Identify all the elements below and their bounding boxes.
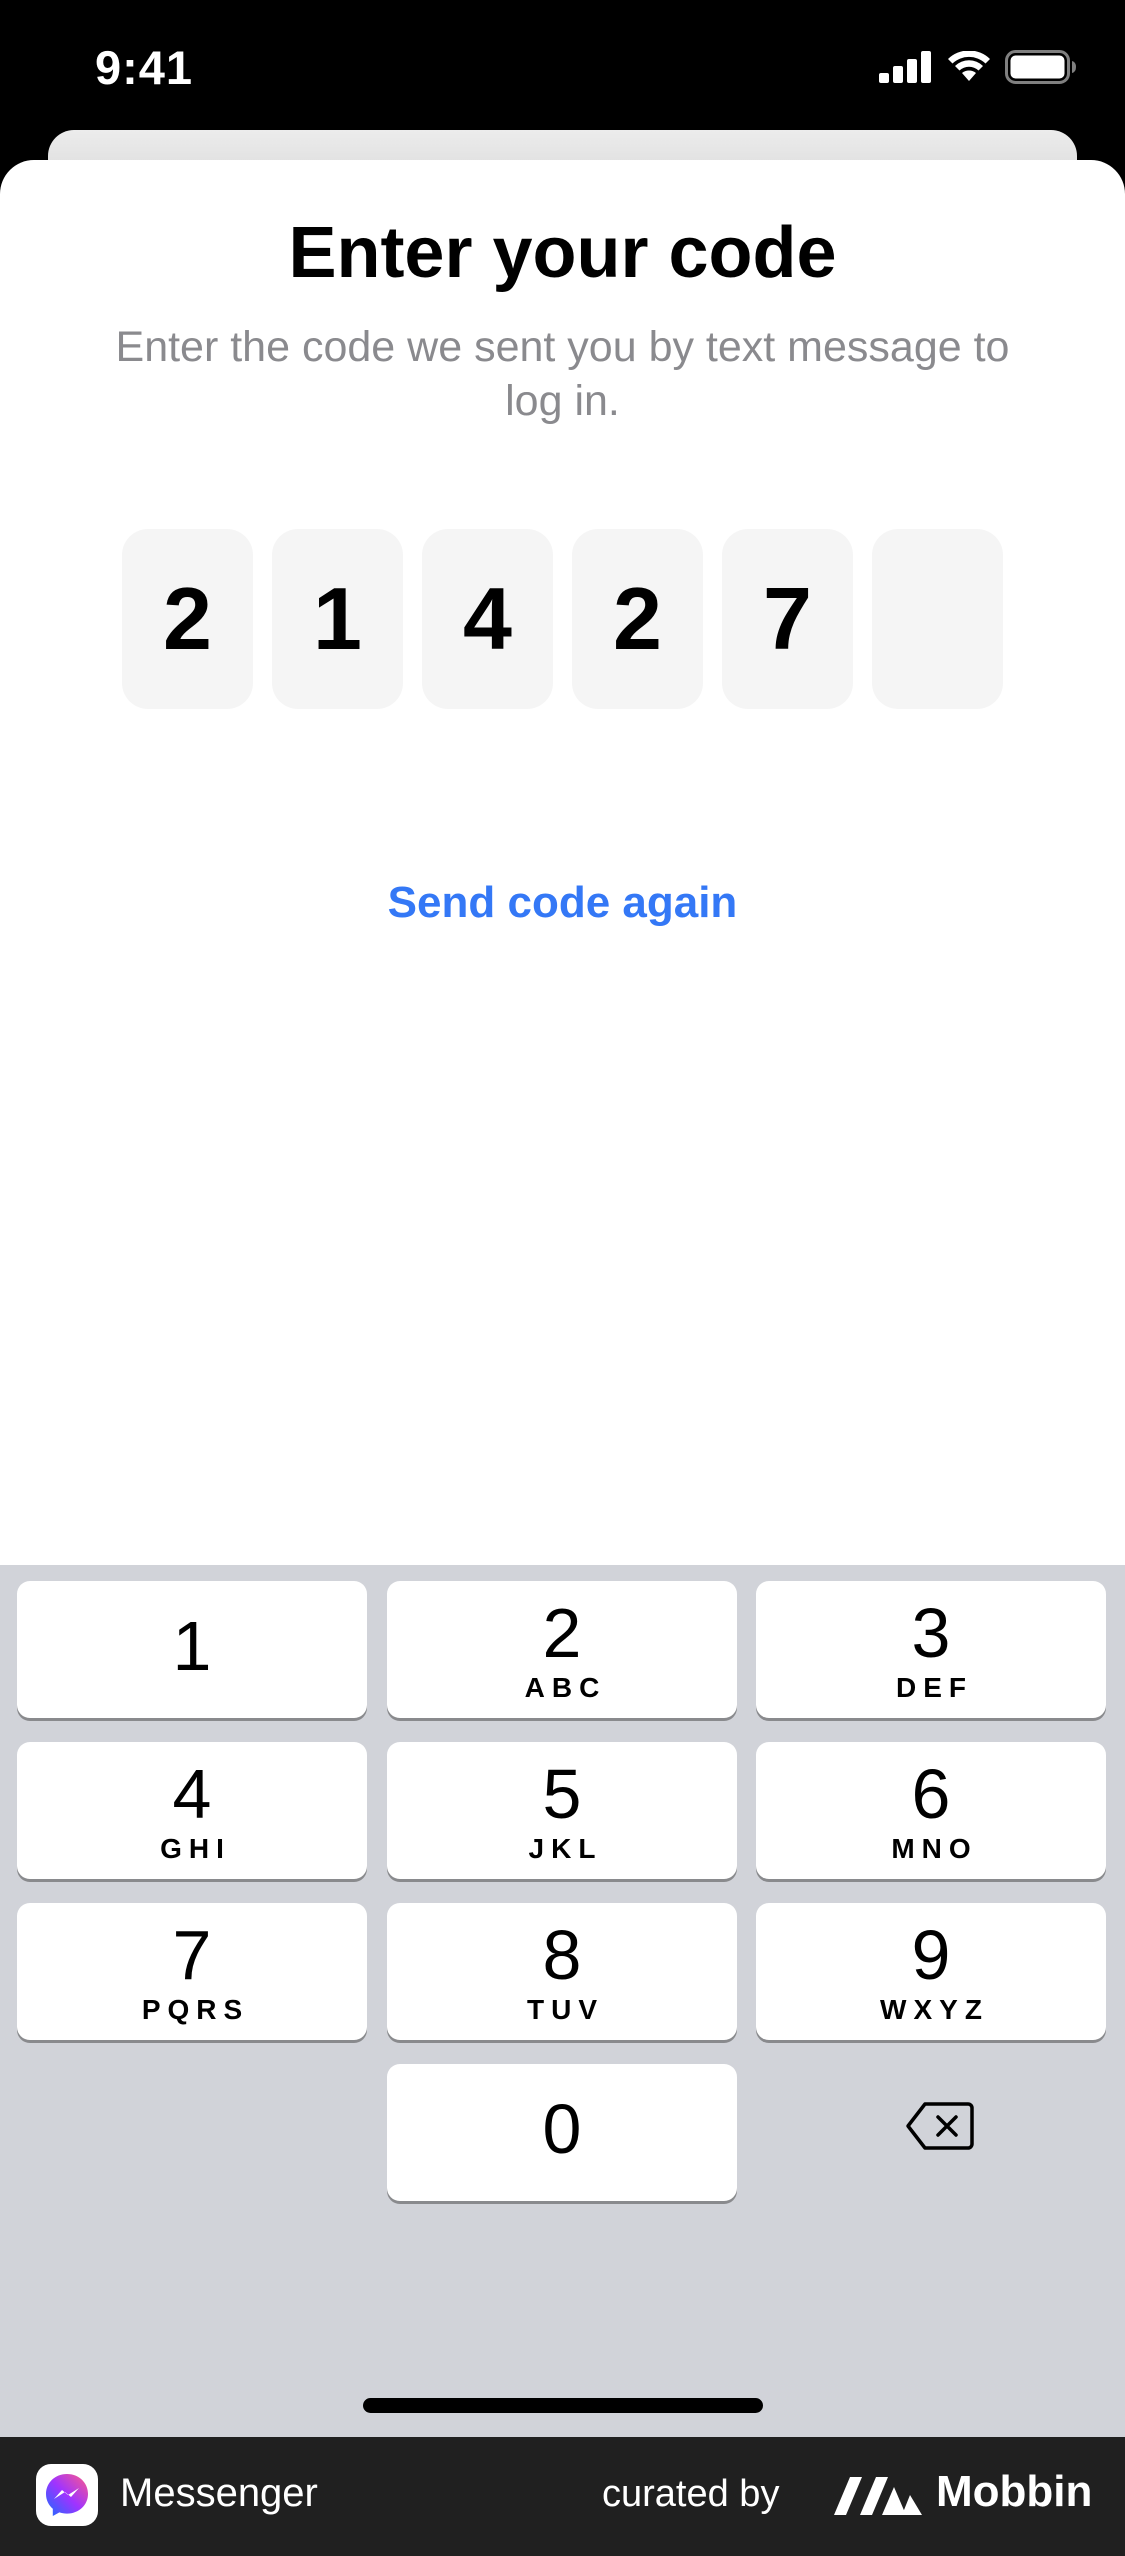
key-5[interactable]: 5 JKL <box>387 1742 737 1879</box>
key-7-letters: PQRS <box>141 1993 250 2025</box>
key-3-letters: DEF <box>896 1671 973 1703</box>
key-3-number: 3 <box>911 1593 951 1672</box>
key-4[interactable]: 4 GHI <box>17 1742 367 1879</box>
key-9-number: 9 <box>911 1915 951 1994</box>
key-5-number: 5 <box>542 1754 582 1833</box>
key-9[interactable]: 9 WXYZ <box>756 1903 1106 2040</box>
code-input-row[interactable]: 2 1 4 2 7 <box>122 529 1003 709</box>
key-3[interactable]: 3 DEF <box>756 1581 1106 1718</box>
key-5-letters: JKL <box>528 1832 603 1864</box>
key-4-letters: GHI <box>160 1832 231 1864</box>
key-9-letters: WXYZ <box>880 1993 989 2025</box>
key-7-number: 7 <box>172 1915 212 1994</box>
page-subtitle: Enter the code we sent you by text messa… <box>115 323 1010 425</box>
key-2-number: 2 <box>542 1593 582 1672</box>
code-digit-4[interactable]: 2 <box>572 529 703 709</box>
key-2[interactable]: 2 ABC <box>387 1581 737 1718</box>
key-4-number: 4 <box>172 1754 212 1833</box>
key-6-number: 6 <box>911 1754 951 1833</box>
curated-by-label: curated by <box>602 2473 780 2515</box>
status-time: 9:41 <box>95 41 194 94</box>
key-0-number: 0 <box>542 2089 582 2168</box>
messenger-logo-icon <box>46 2474 88 2516</box>
key-7[interactable]: 7 PQRS <box>17 1903 367 2040</box>
wifi-icon <box>948 51 990 81</box>
key-1[interactable]: 1 <box>17 1581 367 1718</box>
code-digit-3[interactable]: 4 <box>422 529 553 709</box>
key-6-letters: MNO <box>891 1832 978 1864</box>
key-8-letters: TUV <box>527 1993 604 2025</box>
key-8-number: 8 <box>542 1915 582 1994</box>
footer-bar: Messenger curated by Mobbin <box>0 2437 1125 2556</box>
key-2-letters: ABC <box>524 1671 607 1703</box>
code-digit-2[interactable]: 1 <box>272 529 403 709</box>
key-8[interactable]: 8 TUV <box>387 1903 737 2040</box>
battery-icon <box>1005 50 1076 84</box>
code-digit-1[interactable]: 2 <box>122 529 253 709</box>
key-0[interactable]: 0 <box>387 2064 737 2201</box>
status-bar: 9:41 <box>0 0 1125 140</box>
messenger-app-icon <box>36 2464 98 2526</box>
page-title: Enter your code <box>288 213 837 293</box>
delete-key[interactable] <box>875 2057 1005 2194</box>
code-digit-5[interactable]: 7 <box>722 529 853 709</box>
mobbin-logo-icon <box>834 2477 922 2515</box>
backspace-icon <box>906 2101 974 2150</box>
code-digit-6[interactable] <box>872 529 1003 709</box>
key-6[interactable]: 6 MNO <box>756 1742 1106 1879</box>
key-1-number: 1 <box>172 1606 212 1685</box>
app-name: Messenger <box>120 2471 318 2515</box>
cellular-signal-icon <box>879 51 931 83</box>
mobbin-brand: Mobbin <box>936 2467 1093 2516</box>
send-code-again-link[interactable]: Send code again <box>0 878 1125 928</box>
home-indicator <box>363 2398 763 2413</box>
status-icons <box>879 50 1077 84</box>
